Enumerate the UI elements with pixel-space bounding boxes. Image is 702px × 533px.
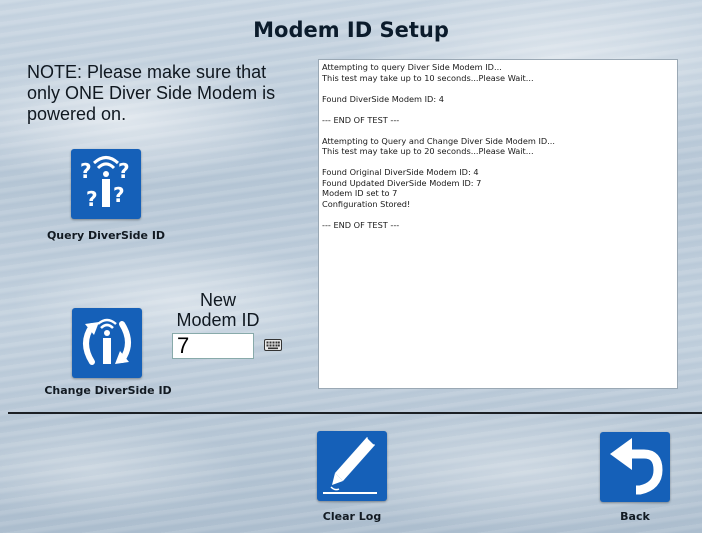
log-line: --- END OF TEST --- [322,114,400,125]
clear-log-label: Clear Log [322,510,382,523]
svg-text:?: ? [118,159,130,183]
change-diverside-id-button[interactable] [72,308,142,378]
log-line: --- END OF TEST --- [322,219,400,230]
keyboard-icon[interactable] [264,339,282,351]
log-line: Found Updated DiverSide Modem ID: 7 [322,177,482,188]
modem-refresh-icon [83,318,131,365]
log-line: Attempting to query Diver Side Modem ID.… [322,62,502,72]
pencil-eraser-icon [323,437,377,494]
back-arrow-icon [610,438,663,495]
clear-log-button[interactable] [317,431,387,501]
log-line: This test may take up to 10 seconds...Pl… [322,72,534,83]
log-line: This test may take up to 20 seconds...Pl… [322,146,534,156]
new-modem-id-label-line2: Modem ID [176,310,260,330]
svg-text:?: ? [80,159,92,183]
query-diverside-id-button[interactable]: ? ? ? ? [71,149,141,219]
new-modem-id-label-line1: New [199,290,236,310]
svg-text:?: ? [113,183,125,207]
back-label: Back [620,510,650,523]
modem-question-icon: ? ? ? ? [80,156,130,211]
svg-text:?: ? [86,187,98,211]
log-line: Found DiverSide Modem ID: 4 [322,93,444,104]
modem-id-setup-screen: Modem ID Setup NOTE: Please make sure th… [0,0,702,533]
log-line: Configuration Stored! [322,198,411,209]
change-diverside-id-label: Change DiverSide ID [44,384,172,397]
log-line: Modem ID set to 7 [322,188,398,198]
note-text: NOTE: Please make sure that only ONE Div… [27,62,276,124]
query-diverside-id-label: Query DiverSide ID [46,229,166,242]
new-modem-id-label: New Modem ID [168,290,268,330]
log-line: Found Original DiverSide Modem ID: 4 [322,167,479,177]
log-line: Attempting to Query and Change Diver Sid… [322,135,555,146]
new-modem-id-input[interactable] [172,333,254,359]
back-button[interactable] [600,432,670,502]
log-output[interactable]: Attempting to query Diver Side Modem ID.… [318,59,678,389]
page-title: Modem ID Setup [253,18,449,42]
divider-line [8,412,702,414]
